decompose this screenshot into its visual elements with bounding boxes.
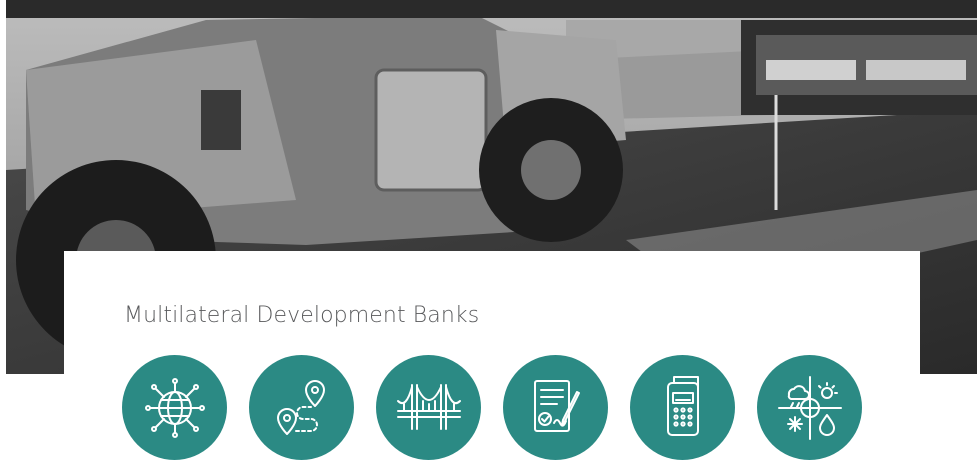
suspension-bridge-icon[interactable] [376,355,481,460]
content-card: Multilateral Development Banks [64,251,920,460]
section-title: Multilateral Development Banks [124,303,480,328]
icon-row [122,355,862,460]
signed-document-icon[interactable] [503,355,608,460]
climate-weather-icon[interactable] [757,355,862,460]
payment-terminal-icon[interactable] [630,355,735,460]
globe-network-icon[interactable] [122,355,227,460]
route-map-pins-icon[interactable] [249,355,354,460]
